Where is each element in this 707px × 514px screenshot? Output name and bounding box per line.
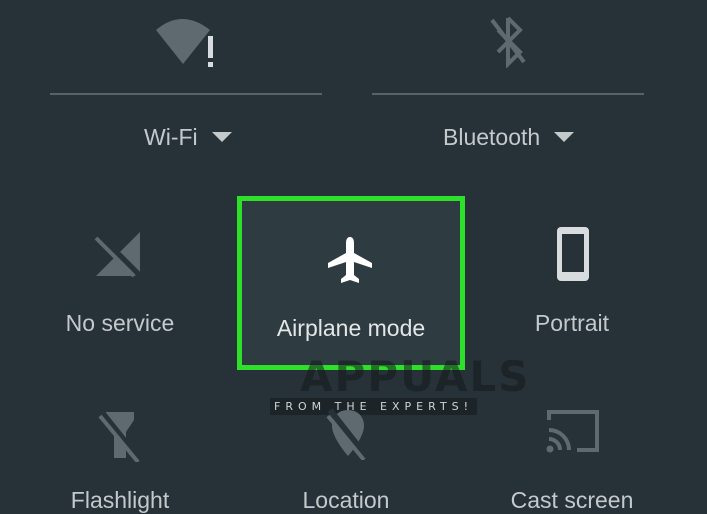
flashlight-label: Flashlight [70,487,170,513]
bluetooth-divider [372,93,644,95]
flashlight-off-icon [98,408,142,462]
no-signal-icon [94,230,144,280]
location-off-icon [326,406,370,460]
wifi-label: Wi-Fi [144,124,198,150]
bluetooth-tile[interactable]: Bluetooth [372,0,644,160]
chevron-down-icon [211,131,232,142]
portrait-label: Portrait [534,310,610,336]
bluetooth-label: Bluetooth [443,124,541,150]
location-label: Location [302,487,390,513]
bluetooth-off-icon [488,14,528,68]
cast-screen-label: Cast screen [510,487,634,513]
watermark-brand: APPUALS [300,352,531,401]
airplane-mode-tile[interactable]: Airplane mode [237,196,465,370]
chevron-down-icon [554,131,575,142]
bluetooth-dropdown[interactable]: Bluetooth [443,124,575,151]
no-service-label: No service [65,310,175,336]
wifi-tile[interactable]: Wi-Fi [50,0,322,160]
airplane-icon [326,235,374,285]
wifi-icon [154,14,218,68]
wifi-divider [50,93,322,95]
airplane-mode-label: Airplane mode [276,315,426,341]
phone-portrait-icon [555,225,591,283]
cast-icon [545,408,601,454]
wifi-dropdown[interactable]: Wi-Fi [144,124,232,151]
